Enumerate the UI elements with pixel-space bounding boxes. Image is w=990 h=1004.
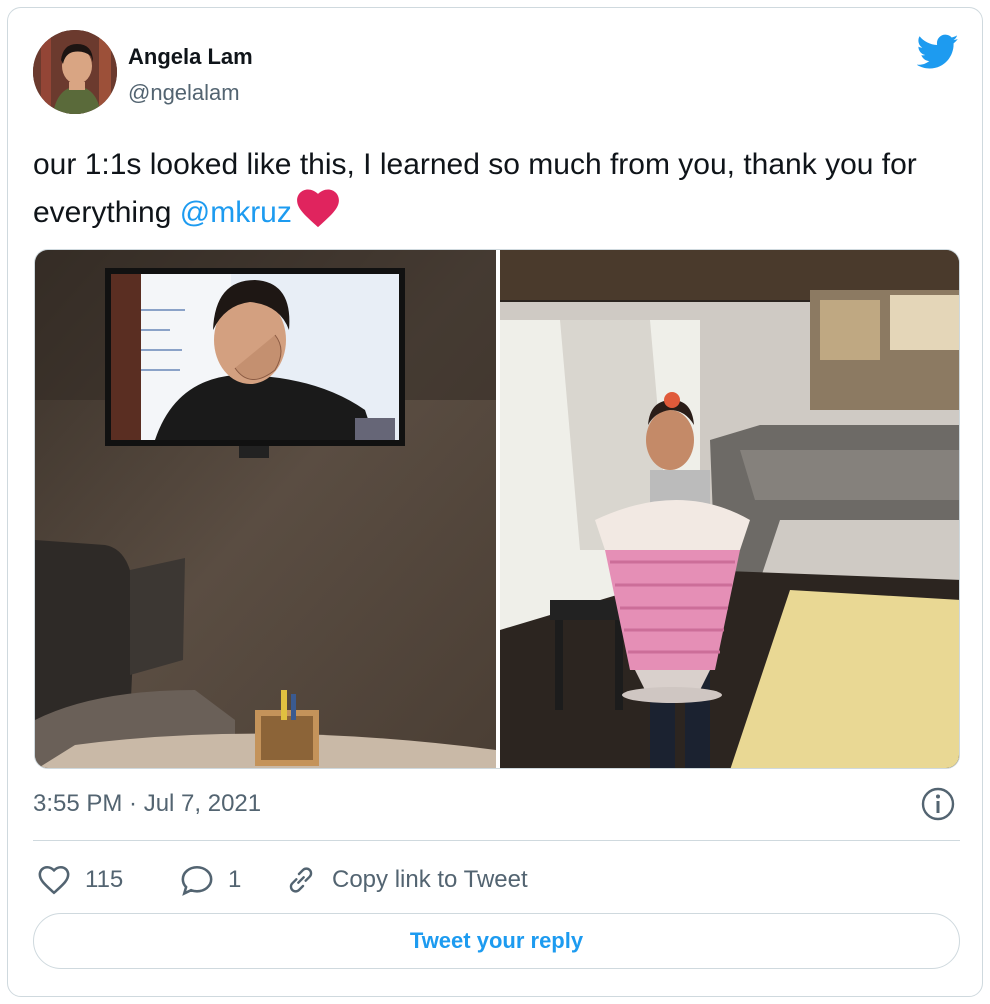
divider	[33, 840, 960, 841]
mention-link[interactable]: @mkruz	[180, 196, 292, 229]
avatar[interactable]	[33, 30, 117, 114]
copy-link-label: Copy link to Tweet	[332, 866, 528, 893]
link-icon	[289, 867, 313, 893]
author-name[interactable]: Angela Lam	[128, 44, 253, 70]
tweet-your-reply-button[interactable]: Tweet your reply	[33, 913, 960, 969]
tweet-timestamp[interactable]: 3:55 PM · Jul 7, 2021	[33, 790, 261, 818]
reply-icon	[181, 865, 213, 896]
heart-icon	[296, 188, 340, 228]
tweet-body: our 1:1s looked like this, I learned so …	[33, 148, 917, 229]
info-icon[interactable]	[920, 786, 956, 822]
twitter-bird-icon[interactable]	[916, 34, 959, 70]
tweet-media[interactable]	[34, 249, 960, 769]
like-button[interactable]: 115	[37, 862, 123, 898]
milkshake-costume-photo[interactable]	[500, 250, 959, 768]
author-handle[interactable]: @ngelalam	[128, 80, 240, 106]
office-tv-photo[interactable]	[35, 250, 496, 768]
copy-link-button[interactable]: Copy link to Tweet	[284, 862, 528, 898]
heart-outline-icon	[38, 865, 70, 895]
reply-action-button[interactable]: 1	[180, 862, 241, 898]
tweet-text: our 1:1s looked like this, I learned so …	[33, 142, 963, 236]
like-count: 115	[85, 866, 124, 893]
reply-count: 1	[228, 866, 242, 893]
